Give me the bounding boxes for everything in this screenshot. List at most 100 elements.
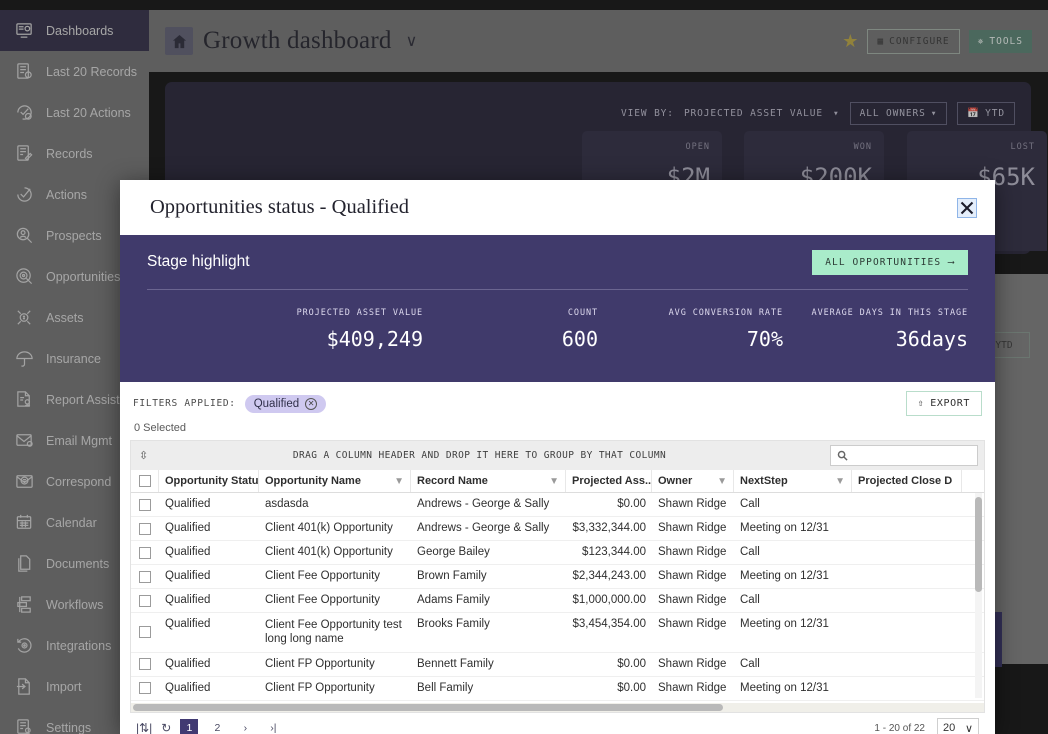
filters-applied-row: FILTERS APPLIED: Qualified ✕ ⇧ EXPORT — [130, 387, 985, 420]
column-header-label: Opportunity Status — [165, 475, 259, 487]
cell-opportunity-name: asdasda — [259, 493, 411, 516]
cell-opportunity-name: Client Fee Opportunity — [259, 565, 411, 588]
cell-record-name: Brown Family — [411, 565, 566, 588]
filter-chip-label: Qualified — [254, 398, 299, 410]
column-header-label: Opportunity Name — [265, 475, 361, 487]
pagination-range: 1 - 20 of 22 — [874, 723, 925, 734]
table-row[interactable]: QualifiedClient FP OpportunityBennett Fa… — [131, 653, 984, 677]
cell-projected-ass: $1,000,000.00 — [566, 589, 652, 612]
cell-owner: Shawn Ridge — [652, 677, 734, 700]
group-by-dropzone[interactable]: ⇳ DRAG A COLUMN HEADER AND DROP IT HERE … — [131, 441, 984, 470]
column-header-projected-ass[interactable]: Projected Ass...▼ — [566, 470, 652, 492]
filter-icon[interactable]: ▼ — [713, 476, 727, 487]
remove-chip-icon[interactable]: ✕ — [305, 398, 317, 410]
filter-icon[interactable]: ▼ — [831, 476, 845, 487]
table-row[interactable]: QualifiedClient Fee Opportunity test lon… — [131, 613, 984, 653]
opportunities-status-modal: Opportunities status - Qualified Stage h… — [120, 180, 995, 734]
first-page-icon[interactable]: |⇅| — [136, 721, 152, 734]
cell-record-name: Bennett Family — [411, 653, 566, 676]
cell-opportunity-status: Qualified — [159, 677, 259, 700]
table-row[interactable]: QualifiedClient Fee OpportunityAdams Fam… — [131, 589, 984, 613]
column-chooser-icon[interactable]: ⇳ — [139, 449, 153, 462]
page-button-1[interactable]: 1 — [180, 719, 198, 734]
all-opportunities-button[interactable]: ALL OPPORTUNITIES ⟶ — [812, 250, 968, 275]
horizontal-scrollbar-thumb[interactable] — [133, 704, 723, 711]
cell-owner: Shawn Ridge — [652, 613, 734, 652]
column-header-opportunity-status[interactable]: Opportunity Status▼ — [159, 470, 259, 492]
grid-search[interactable] — [830, 445, 978, 466]
checkbox-icon — [139, 475, 151, 487]
cell-opportunity-status: Qualified — [159, 565, 259, 588]
filter-icon[interactable]: ▼ — [545, 476, 559, 487]
table-row[interactable]: QualifiedClient Fee OpportunityBrown Fam… — [131, 565, 984, 589]
stat-value: 70% — [598, 327, 783, 351]
stat-value: $409,249 — [223, 327, 423, 351]
cell-opportunity-name: Client Fee Opportunity test long long na… — [259, 613, 411, 652]
next-page-icon[interactable]: › — [236, 719, 254, 734]
column-header-projected-close-d[interactable]: Projected Close D — [852, 470, 962, 492]
horizontal-scrollbar-track[interactable] — [131, 703, 984, 712]
stat-projected-asset-value: PROJECTED ASSET VALUE $409,249 — [223, 308, 423, 351]
cell-owner: Shawn Ridge — [652, 565, 734, 588]
all-opportunities-label: ALL OPPORTUNITIES — [825, 257, 941, 268]
stat-average-days-in-stage: AVERAGE DAYS IN THIS STAGE 36days — [783, 308, 968, 351]
last-page-icon[interactable]: ›| — [264, 719, 282, 734]
cell-record-name: Andrews - George & Sally — [411, 517, 566, 540]
refresh-icon[interactable]: ↻ — [161, 721, 171, 734]
column-header-opportunity-name[interactable]: Opportunity Name ▼ — [259, 470, 411, 492]
cell-record-name: Adams Family — [411, 589, 566, 612]
checkbox-icon — [139, 571, 151, 583]
app-root: DashboardsLast 20 RecordsLast 20 Actions… — [0, 0, 1048, 734]
select-all-checkbox[interactable] — [131, 470, 159, 492]
row-checkbox[interactable] — [131, 517, 159, 540]
search-icon — [837, 450, 848, 461]
row-checkbox[interactable] — [131, 613, 159, 652]
upload-icon: ⇧ — [918, 398, 925, 409]
filter-icon[interactable]: ▼ — [390, 476, 404, 487]
filter-chip-qualified[interactable]: Qualified ✕ — [245, 395, 326, 413]
modal-body: FILTERS APPLIED: Qualified ✕ ⇧ EXPORT 0 … — [120, 387, 995, 734]
grid-header-row: Opportunity Status▼Opportunity Name▼Reco… — [131, 470, 984, 493]
cell-projected-ass: $0.00 — [566, 677, 652, 700]
close-icon[interactable] — [957, 198, 977, 218]
cell-record-name: George Bailey — [411, 541, 566, 564]
column-header-label: Projected Close D — [858, 475, 952, 487]
stat-count: COUNT 600 — [423, 308, 598, 351]
table-row[interactable]: QualifiedClient FP OpportunityBell Famil… — [131, 677, 984, 701]
table-row[interactable]: QualifiedClient 401(k) OpportunityAndrew… — [131, 517, 984, 541]
cell-opportunity-name: Client FP Opportunity — [259, 653, 411, 676]
filters-applied-label: FILTERS APPLIED: — [133, 398, 236, 409]
cell-nextstep: Call — [734, 493, 852, 516]
modal-header: Opportunities status - Qualified — [120, 180, 995, 235]
stage-highlight-banner: Stage highlight ALL OPPORTUNITIES ⟶ PROJ… — [120, 235, 995, 382]
cell-opportunity-name: Client Fee Opportunity — [259, 589, 411, 612]
row-checkbox[interactable] — [131, 589, 159, 612]
checkbox-icon — [139, 499, 151, 511]
checkbox-icon — [139, 682, 151, 694]
opportunities-grid: ⇳ DRAG A COLUMN HEADER AND DROP IT HERE … — [130, 440, 985, 713]
cell-opportunity-status: Qualified — [159, 541, 259, 564]
row-checkbox[interactable] — [131, 565, 159, 588]
page-size-select[interactable]: 20 ∨ — [937, 718, 979, 734]
row-checkbox[interactable] — [131, 677, 159, 700]
column-header-record-name[interactable]: Record Name▼ — [411, 470, 566, 492]
cell-owner: Shawn Ridge — [652, 517, 734, 540]
row-checkbox[interactable] — [131, 493, 159, 516]
column-header-owner[interactable]: Owner▼ — [652, 470, 734, 492]
export-button[interactable]: ⇧ EXPORT — [906, 391, 982, 416]
row-checkbox[interactable] — [131, 541, 159, 564]
stat-label: AVERAGE DAYS IN THIS STAGE — [783, 308, 968, 318]
table-row[interactable]: QualifiedasdasdaAndrews - George & Sally… — [131, 493, 984, 517]
table-row[interactable]: QualifiedClient 401(k) OpportunityGeorge… — [131, 541, 984, 565]
cell-owner: Shawn Ridge — [652, 493, 734, 516]
column-header-nextstep[interactable]: NextStep▼ — [734, 470, 852, 492]
row-checkbox[interactable] — [131, 653, 159, 676]
search-input[interactable] — [852, 450, 970, 462]
cell-projected-ass: $2,344,243.00 — [566, 565, 652, 588]
vertical-scrollbar-thumb[interactable] — [975, 497, 982, 592]
cell-projected-close-d — [852, 589, 962, 612]
page-button-2[interactable]: 2 — [208, 719, 226, 734]
pagination: |⇅| ↻ 1 2 › ›| 1 - 20 of 22 20 ∨ — [130, 713, 985, 734]
cell-opportunity-name: Client 401(k) Opportunity — [259, 541, 411, 564]
stat-label: AVG CONVERSION RATE — [598, 308, 783, 318]
